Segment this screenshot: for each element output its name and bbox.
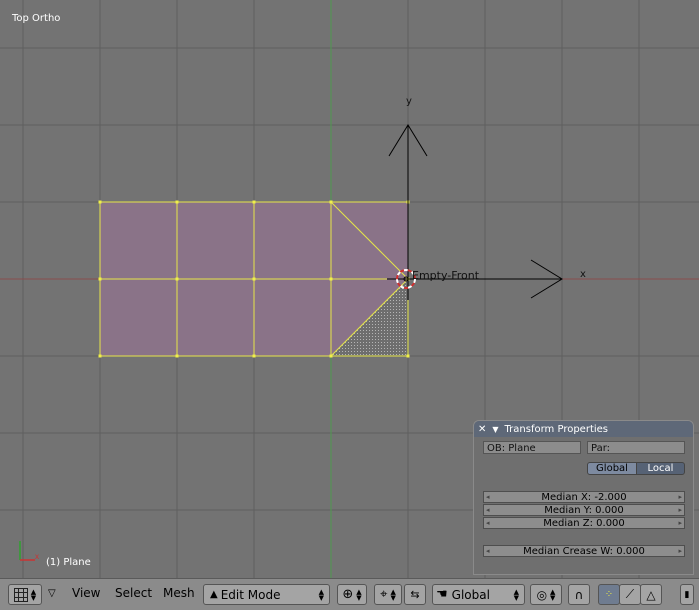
manipulator-icon: ⇆ (410, 588, 420, 601)
edge-select-mode[interactable]: ⟋ (619, 584, 641, 605)
3d-viewport[interactable]: x Top Ortho (1) Plane Empty-Front y x ✕ … (0, 0, 699, 578)
collapse-triangle-icon[interactable]: ▼ (492, 425, 498, 434)
mesh-vertex[interactable] (252, 354, 256, 358)
pivot-cursor-icon: ⌖ (380, 587, 388, 602)
parent-field[interactable]: Par: (587, 441, 685, 454)
svg-text:x: x (35, 552, 39, 561)
view-label: Top Ortho (12, 13, 61, 24)
draw-type-button[interactable]: ⊕ ▲ ▼ (337, 584, 367, 605)
limit-selection-icon: ▮ (684, 589, 690, 600)
mesh-vertex[interactable] (329, 354, 333, 358)
mesh-vertex[interactable] (329, 277, 333, 281)
mesh[interactable] (98, 200, 410, 358)
magnet-icon: ∩ (574, 587, 584, 602)
object-label: (1) Plane (46, 557, 91, 568)
select-menu[interactable]: Select (115, 586, 152, 600)
grid-icon (13, 587, 28, 602)
transform-properties-panel: ✕ ▼ Transform Properties OB: Plane Par: … (473, 420, 694, 575)
edge-icon: ⟋ (625, 587, 635, 601)
mesh-vertex[interactable] (175, 277, 179, 281)
snap-toggle[interactable]: ∩ (568, 584, 590, 605)
global-toggle[interactable]: Global (587, 462, 637, 475)
object-name-field[interactable]: OB: Plane (483, 441, 581, 454)
panel-header: ✕ ▼ Transform Properties (474, 421, 693, 437)
close-icon[interactable]: ✕ (478, 424, 486, 435)
hand-icon: ☚ (436, 587, 448, 602)
empty-label: Empty-Front (412, 269, 480, 282)
y-axis-label: y (406, 96, 412, 107)
mode-selector[interactable]: ▲ Edit Mode ▲ ▼ (203, 584, 330, 605)
manipulator-toggle[interactable]: ⇆ (404, 584, 426, 605)
mesh-vertex[interactable] (252, 277, 256, 281)
mesh-vertex[interactable] (175, 200, 179, 204)
face-select-mode[interactable]: △ (640, 584, 662, 605)
vertex-icon: ⁘ (604, 589, 614, 600)
solid-cube-icon: ⊕ (342, 587, 354, 602)
view-menu[interactable]: View (72, 586, 100, 600)
updown-arrow-icon: ▲ ▼ (513, 587, 519, 602)
proportional-edit-button[interactable]: ◎ ▲ ▼ (530, 584, 562, 605)
mesh-vertex[interactable] (252, 200, 256, 204)
updown-arrow-icon: ▲ ▼ (318, 587, 324, 602)
target-icon: ◎ (536, 587, 548, 602)
pivot-button[interactable]: ⌖ ▲ ▼ (374, 584, 402, 605)
panel-title: Transform Properties (504, 423, 609, 435)
editor-type-button[interactable]: ▲ ▼ (8, 584, 42, 605)
updown-arrow-icon: ▲ ▼ (356, 587, 362, 602)
updown-arrow-icon: ▲ ▼ (390, 587, 396, 602)
vertex-select-mode[interactable]: ⁘ (598, 584, 620, 605)
mesh-vertex[interactable] (406, 354, 410, 358)
median-y-field[interactable]: ◂ Median Y: 0.000 ▸ (483, 504, 685, 516)
mesh-vertex[interactable] (98, 200, 102, 204)
updown-arrow-icon: ▲ ▼ (550, 587, 556, 602)
mesh-menu[interactable]: Mesh (163, 586, 195, 600)
header-toolbar: ▲ ▼ ▽ View Select Mesh ▲ Edit Mode ▲ ▼ ⊕ ▲… (0, 578, 699, 610)
median-crease-field[interactable]: ◂ Median Crease W: 0.000 ▸ (483, 545, 685, 557)
occlude-toggle[interactable]: ▮ (680, 584, 694, 605)
mesh-vertex[interactable] (175, 354, 179, 358)
local-toggle[interactable]: Local (636, 462, 685, 475)
mesh-vertex[interactable] (329, 200, 333, 204)
orientation-selector[interactable]: ☚ Global ▲ ▼ (432, 584, 525, 605)
median-x-field[interactable]: ◂ Median X: -2.000 ▸ (483, 491, 685, 503)
updown-arrow-icon: ▲ ▼ (30, 587, 37, 602)
median-z-field[interactable]: ◂ Median Z: 0.000 ▸ (483, 517, 685, 529)
x-axis-label: x (580, 269, 586, 280)
menu-collapse-icon[interactable]: ▽ (48, 588, 56, 599)
mesh-vertex[interactable] (98, 354, 102, 358)
edit-mode-icon: ▲ (210, 589, 218, 600)
mesh-vertex[interactable] (98, 277, 102, 281)
face-icon: △ (646, 587, 656, 602)
